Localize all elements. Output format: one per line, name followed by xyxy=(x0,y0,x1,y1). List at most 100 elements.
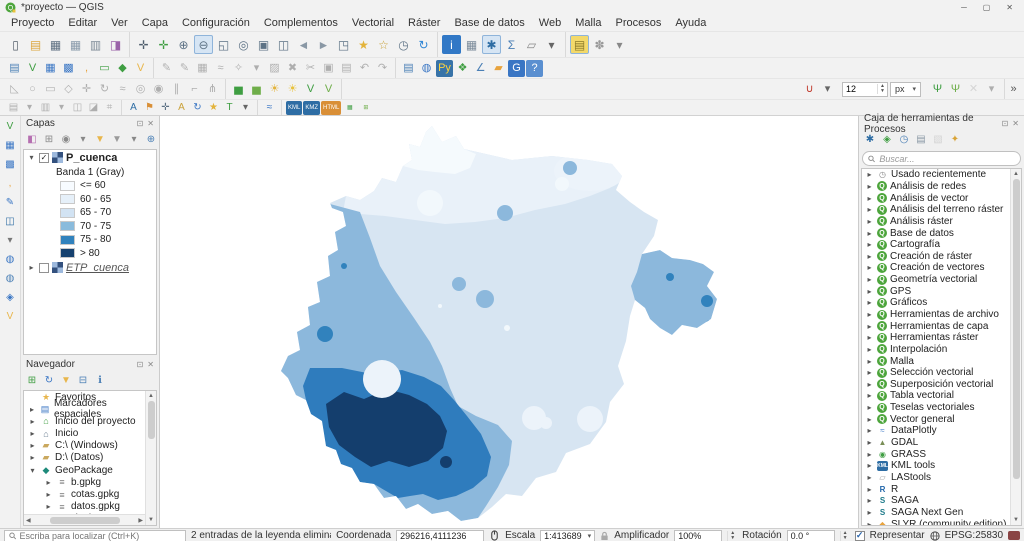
new-project[interactable]: ▯ xyxy=(6,35,25,54)
dock-float-icon[interactable]: ⊡ xyxy=(1002,119,1009,128)
collapse-all[interactable]: ⊟ xyxy=(75,373,91,388)
themes-caret[interactable]: ▾ xyxy=(75,133,91,148)
processing-toolbox[interactable]: ✱ xyxy=(482,35,501,54)
layout-manager[interactable]: ▥ xyxy=(86,35,105,54)
scroll-down-icon[interactable]: ▼ xyxy=(1013,517,1019,523)
layer-visibility-checkbox[interactable] xyxy=(39,263,49,273)
python-console[interactable]: Py xyxy=(436,60,453,77)
add-virtual-layer[interactable]: V xyxy=(1,309,19,324)
chevron-right-icon[interactable]: ▸ xyxy=(865,485,874,494)
scroll-up-icon[interactable]: ▲ xyxy=(1013,171,1019,177)
add-layer-caret[interactable]: ▾ xyxy=(1,233,19,248)
browser-item[interactable]: ▸ ⌂ Inicio del proyecto xyxy=(24,415,145,427)
pan-map[interactable]: ✛ xyxy=(134,35,153,54)
chevron-right-icon[interactable]: ▸ xyxy=(865,275,874,284)
bookmark-manager[interactable]: ☆ xyxy=(374,35,393,54)
geocoder-gear[interactable]: ✽ xyxy=(590,35,609,54)
overlap-caret[interactable]: ▾ xyxy=(983,81,1000,98)
menu-item[interactable]: Ver xyxy=(104,16,135,30)
reshape-features[interactable]: ⌐ xyxy=(186,81,203,98)
toolbar-overflow-button[interactable]: » xyxy=(1005,81,1022,98)
split-features[interactable]: ⋔ xyxy=(204,81,221,98)
chevron-right-icon[interactable]: ▸ xyxy=(865,415,874,424)
toolbox-group[interactable]: ▸ Q GPS xyxy=(862,285,1010,297)
map-tips[interactable]: ▤ xyxy=(570,35,589,54)
toggle-editing[interactable]: ✎ xyxy=(176,60,193,77)
pan-map-to-selection[interactable]: ✛ xyxy=(154,35,173,54)
rectangle-tool[interactable]: ▭ xyxy=(42,81,59,98)
star-tool[interactable]: ★ xyxy=(206,101,221,115)
toolbox-search-box[interactable] xyxy=(862,151,1021,166)
fill-ring[interactable]: ◉ xyxy=(150,81,167,98)
move-label[interactable]: ✛ xyxy=(158,101,173,115)
save-project[interactable]: ▦ xyxy=(46,35,65,54)
filter-legend[interactable]: ▼ xyxy=(92,133,108,148)
chevron-right-icon[interactable]: ▸ xyxy=(865,368,874,377)
chevron-right-icon[interactable]: ▸ xyxy=(865,345,874,354)
add-mesh-layer[interactable]: ▩ xyxy=(1,157,19,172)
change-label[interactable]: A xyxy=(174,101,189,115)
chevron-right-icon[interactable]: ▸ xyxy=(865,322,874,331)
map-series[interactable]: ⌗ xyxy=(102,101,117,115)
new-shapefile-layer[interactable]: ▭ xyxy=(96,60,113,77)
dataplotly[interactable]: ≈ xyxy=(262,101,277,115)
geocoder-caret[interactable]: ▾ xyxy=(610,35,629,54)
layer-item-p-cuenca[interactable]: ▾ ✓ P_cuenca xyxy=(24,150,156,165)
current-edits[interactable]: ✎ xyxy=(158,60,175,77)
scroll-up-icon[interactable]: ▲ xyxy=(148,393,154,399)
chevron-right-icon[interactable]: ▸ xyxy=(865,298,874,307)
coordinate-input[interactable] xyxy=(396,530,484,541)
menu-item[interactable]: Capa xyxy=(135,16,175,30)
add-wms-layer[interactable]: ◍ xyxy=(1,252,19,267)
raster-tool[interactable]: ▦ xyxy=(342,101,357,115)
data-source-manager[interactable]: ▤ xyxy=(6,60,23,77)
rotate-label[interactable]: ↻ xyxy=(190,101,205,115)
raster-calculator[interactable]: ▅ xyxy=(230,81,247,98)
cad-tools[interactable]: ◺ xyxy=(6,81,23,98)
chevron-icon[interactable]: ▾ xyxy=(28,466,37,475)
browser-item[interactable]: ▾ ◆ GeoPackage xyxy=(24,464,145,476)
polygon-tool[interactable]: ◇ xyxy=(60,81,77,98)
toolbox-group[interactable]: ▸ R R xyxy=(862,483,1010,495)
map-canvas[interactable] xyxy=(160,116,858,528)
toolbox-group[interactable]: ▸ Q Herramientas de capa xyxy=(862,320,1010,332)
chevron-right-icon[interactable]: ▸ xyxy=(865,194,874,203)
new-geopackage-layer[interactable]: ◆ xyxy=(114,60,131,77)
delete-selected[interactable]: ✖ xyxy=(284,60,301,77)
dock-close-icon[interactable]: ✕ xyxy=(1012,119,1019,128)
add-ring[interactable]: ◎ xyxy=(132,81,149,98)
toolbox-group[interactable]: ▸ ◷ Usado recientemente xyxy=(862,169,1010,181)
toolbox-group[interactable]: ▸ ◆ SLYR (community edition) xyxy=(862,518,1010,526)
chevron-right-icon[interactable]: ▸ xyxy=(865,461,874,470)
layer-visibility-checkbox[interactable]: ✓ xyxy=(39,153,49,163)
expression-caret[interactable]: ▾ xyxy=(126,133,142,148)
scroll-down-icon[interactable]: ▼ xyxy=(148,517,154,523)
chevron-right-icon[interactable]: ▸ xyxy=(865,403,874,412)
chevron-right-icon[interactable]: ▸ xyxy=(865,205,874,214)
chevron-right-icon[interactable]: ▸ xyxy=(865,450,874,459)
toolbox-group[interactable]: ▸ Q Análisis de redes xyxy=(862,181,1010,193)
dock-close-icon[interactable]: ✕ xyxy=(147,360,154,369)
kmz-export[interactable]: KMZ xyxy=(303,101,320,115)
rotation-spinner[interactable]: ▲▼ xyxy=(840,531,850,541)
scrollbar-thumb[interactable] xyxy=(50,517,120,524)
add-vector-layer[interactable]: V xyxy=(1,119,19,134)
circle-tool[interactable]: ○ xyxy=(24,81,41,98)
hillshade[interactable]: ☀ xyxy=(284,81,301,98)
zoom-out[interactable]: ⊖ xyxy=(194,35,213,54)
chevron-right-icon[interactable]: ▸ xyxy=(865,520,874,526)
chevron-right-icon[interactable]: ▸ xyxy=(865,426,874,435)
chevron-right-icon[interactable]: ▸ xyxy=(27,263,36,272)
enable-snapping[interactable]: ∪ xyxy=(801,81,818,98)
avoid-overlap[interactable]: ✕ xyxy=(965,81,982,98)
vector-tool-b[interactable]: V xyxy=(320,81,337,98)
filter-browser[interactable]: ▼ xyxy=(58,373,74,388)
browser-item[interactable]: ▸ ▤ Marcadores espaciales xyxy=(24,403,145,415)
snapping-caret[interactable]: ▾ xyxy=(819,81,836,98)
render-checkbox[interactable]: ✓ xyxy=(855,531,865,541)
toolbox-group[interactable]: ▸ ◉ GRASS xyxy=(862,448,1010,460)
label-caret[interactable]: ▾ xyxy=(54,101,69,115)
toolbox-group[interactable]: ▸ Q Gráficos xyxy=(862,297,1010,309)
add-wcs-layer[interactable]: ◍ xyxy=(1,271,19,286)
add-mesh-layer[interactable]: ▩ xyxy=(60,60,77,77)
